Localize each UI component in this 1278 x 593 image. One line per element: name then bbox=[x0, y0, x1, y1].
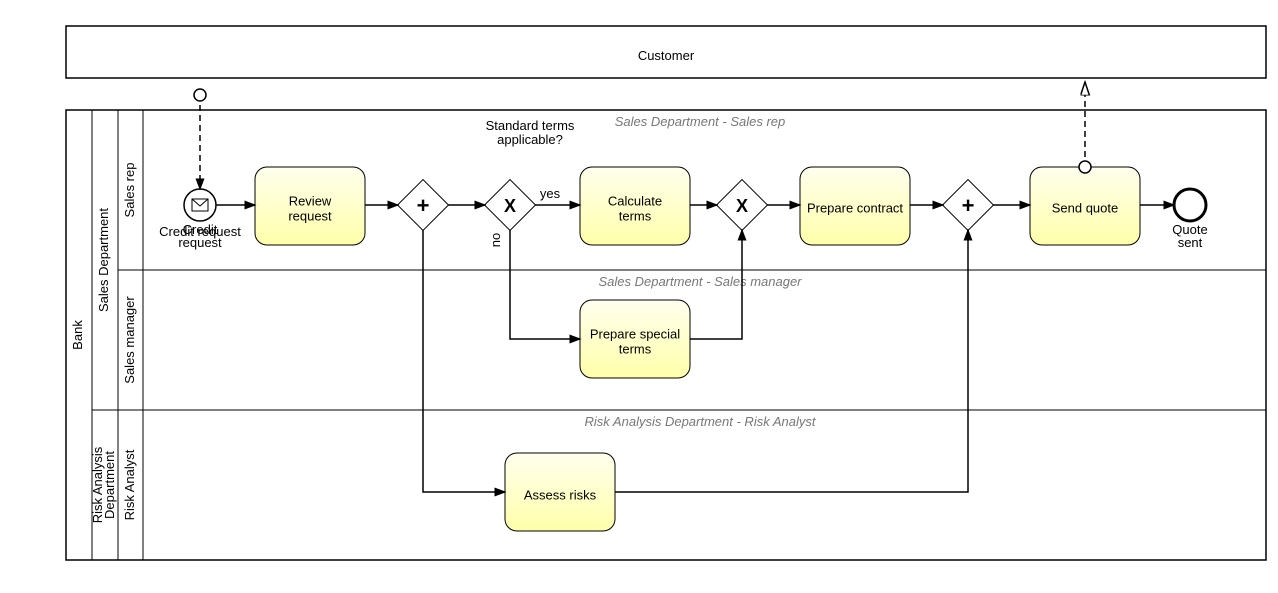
gateway-parallel-join: + bbox=[943, 180, 994, 231]
gateway-parallel-split: + bbox=[398, 180, 449, 231]
svg-text:Prepare special: Prepare special bbox=[590, 326, 680, 341]
customer-pool-label: Customer bbox=[638, 48, 695, 63]
svg-text:sent: sent bbox=[1178, 235, 1203, 250]
svg-text:Send quote: Send quote bbox=[1052, 200, 1119, 215]
svg-text:X: X bbox=[504, 196, 516, 216]
task-review-request: Review request bbox=[255, 167, 365, 245]
yes-label: yes bbox=[540, 186, 561, 201]
svg-text:Prepare contract: Prepare contract bbox=[807, 200, 903, 215]
svg-text:Assess risks: Assess risks bbox=[524, 487, 597, 502]
svg-text:+: + bbox=[417, 193, 430, 218]
task-prepare-contract: Prepare contract bbox=[800, 167, 910, 245]
watermark-risk: Risk Analysis Department - Risk Analyst bbox=[585, 414, 817, 429]
svg-text:request: request bbox=[288, 208, 332, 223]
bank-pool-label: Bank bbox=[70, 320, 85, 350]
risk-dept-label-2: Department bbox=[102, 451, 117, 519]
end-event-quote-sent: Quote sent bbox=[1172, 189, 1207, 250]
no-label: no bbox=[488, 233, 503, 247]
gw-q1: Standard terms bbox=[486, 118, 575, 133]
start-label-2: request bbox=[178, 235, 222, 250]
bpmn-diagram: Customer Bank Sales Department Sales rep… bbox=[10, 10, 1278, 583]
gateway-merge-terms: X bbox=[717, 180, 768, 231]
svg-text:+: + bbox=[962, 193, 975, 218]
svg-text:X: X bbox=[736, 196, 748, 216]
gw-q2: applicable? bbox=[497, 132, 563, 147]
svg-text:Calculate: Calculate bbox=[608, 193, 662, 208]
svg-text:terms: terms bbox=[619, 208, 652, 223]
task-assess-risks: Assess risks bbox=[505, 453, 615, 531]
svg-text:Review: Review bbox=[289, 193, 332, 208]
sales-mgr-label: Sales manager bbox=[122, 296, 137, 384]
task-send-quote: Send quote bbox=[1030, 167, 1140, 245]
sales-rep-label: Sales rep bbox=[122, 163, 137, 218]
sales-dept-label: Sales Department bbox=[96, 208, 111, 312]
watermark-rep: Sales Department - Sales rep bbox=[615, 114, 786, 129]
gateway-standard-terms: X bbox=[485, 180, 536, 231]
task-prepare-special-terms: Prepare special terms bbox=[580, 300, 690, 378]
svg-text:terms: terms bbox=[619, 341, 652, 356]
risk-analyst-label: Risk Analyst bbox=[122, 449, 137, 520]
task-calculate-terms: Calculate terms bbox=[580, 167, 690, 245]
watermark-mgr: Sales Department - Sales manager bbox=[598, 274, 802, 289]
